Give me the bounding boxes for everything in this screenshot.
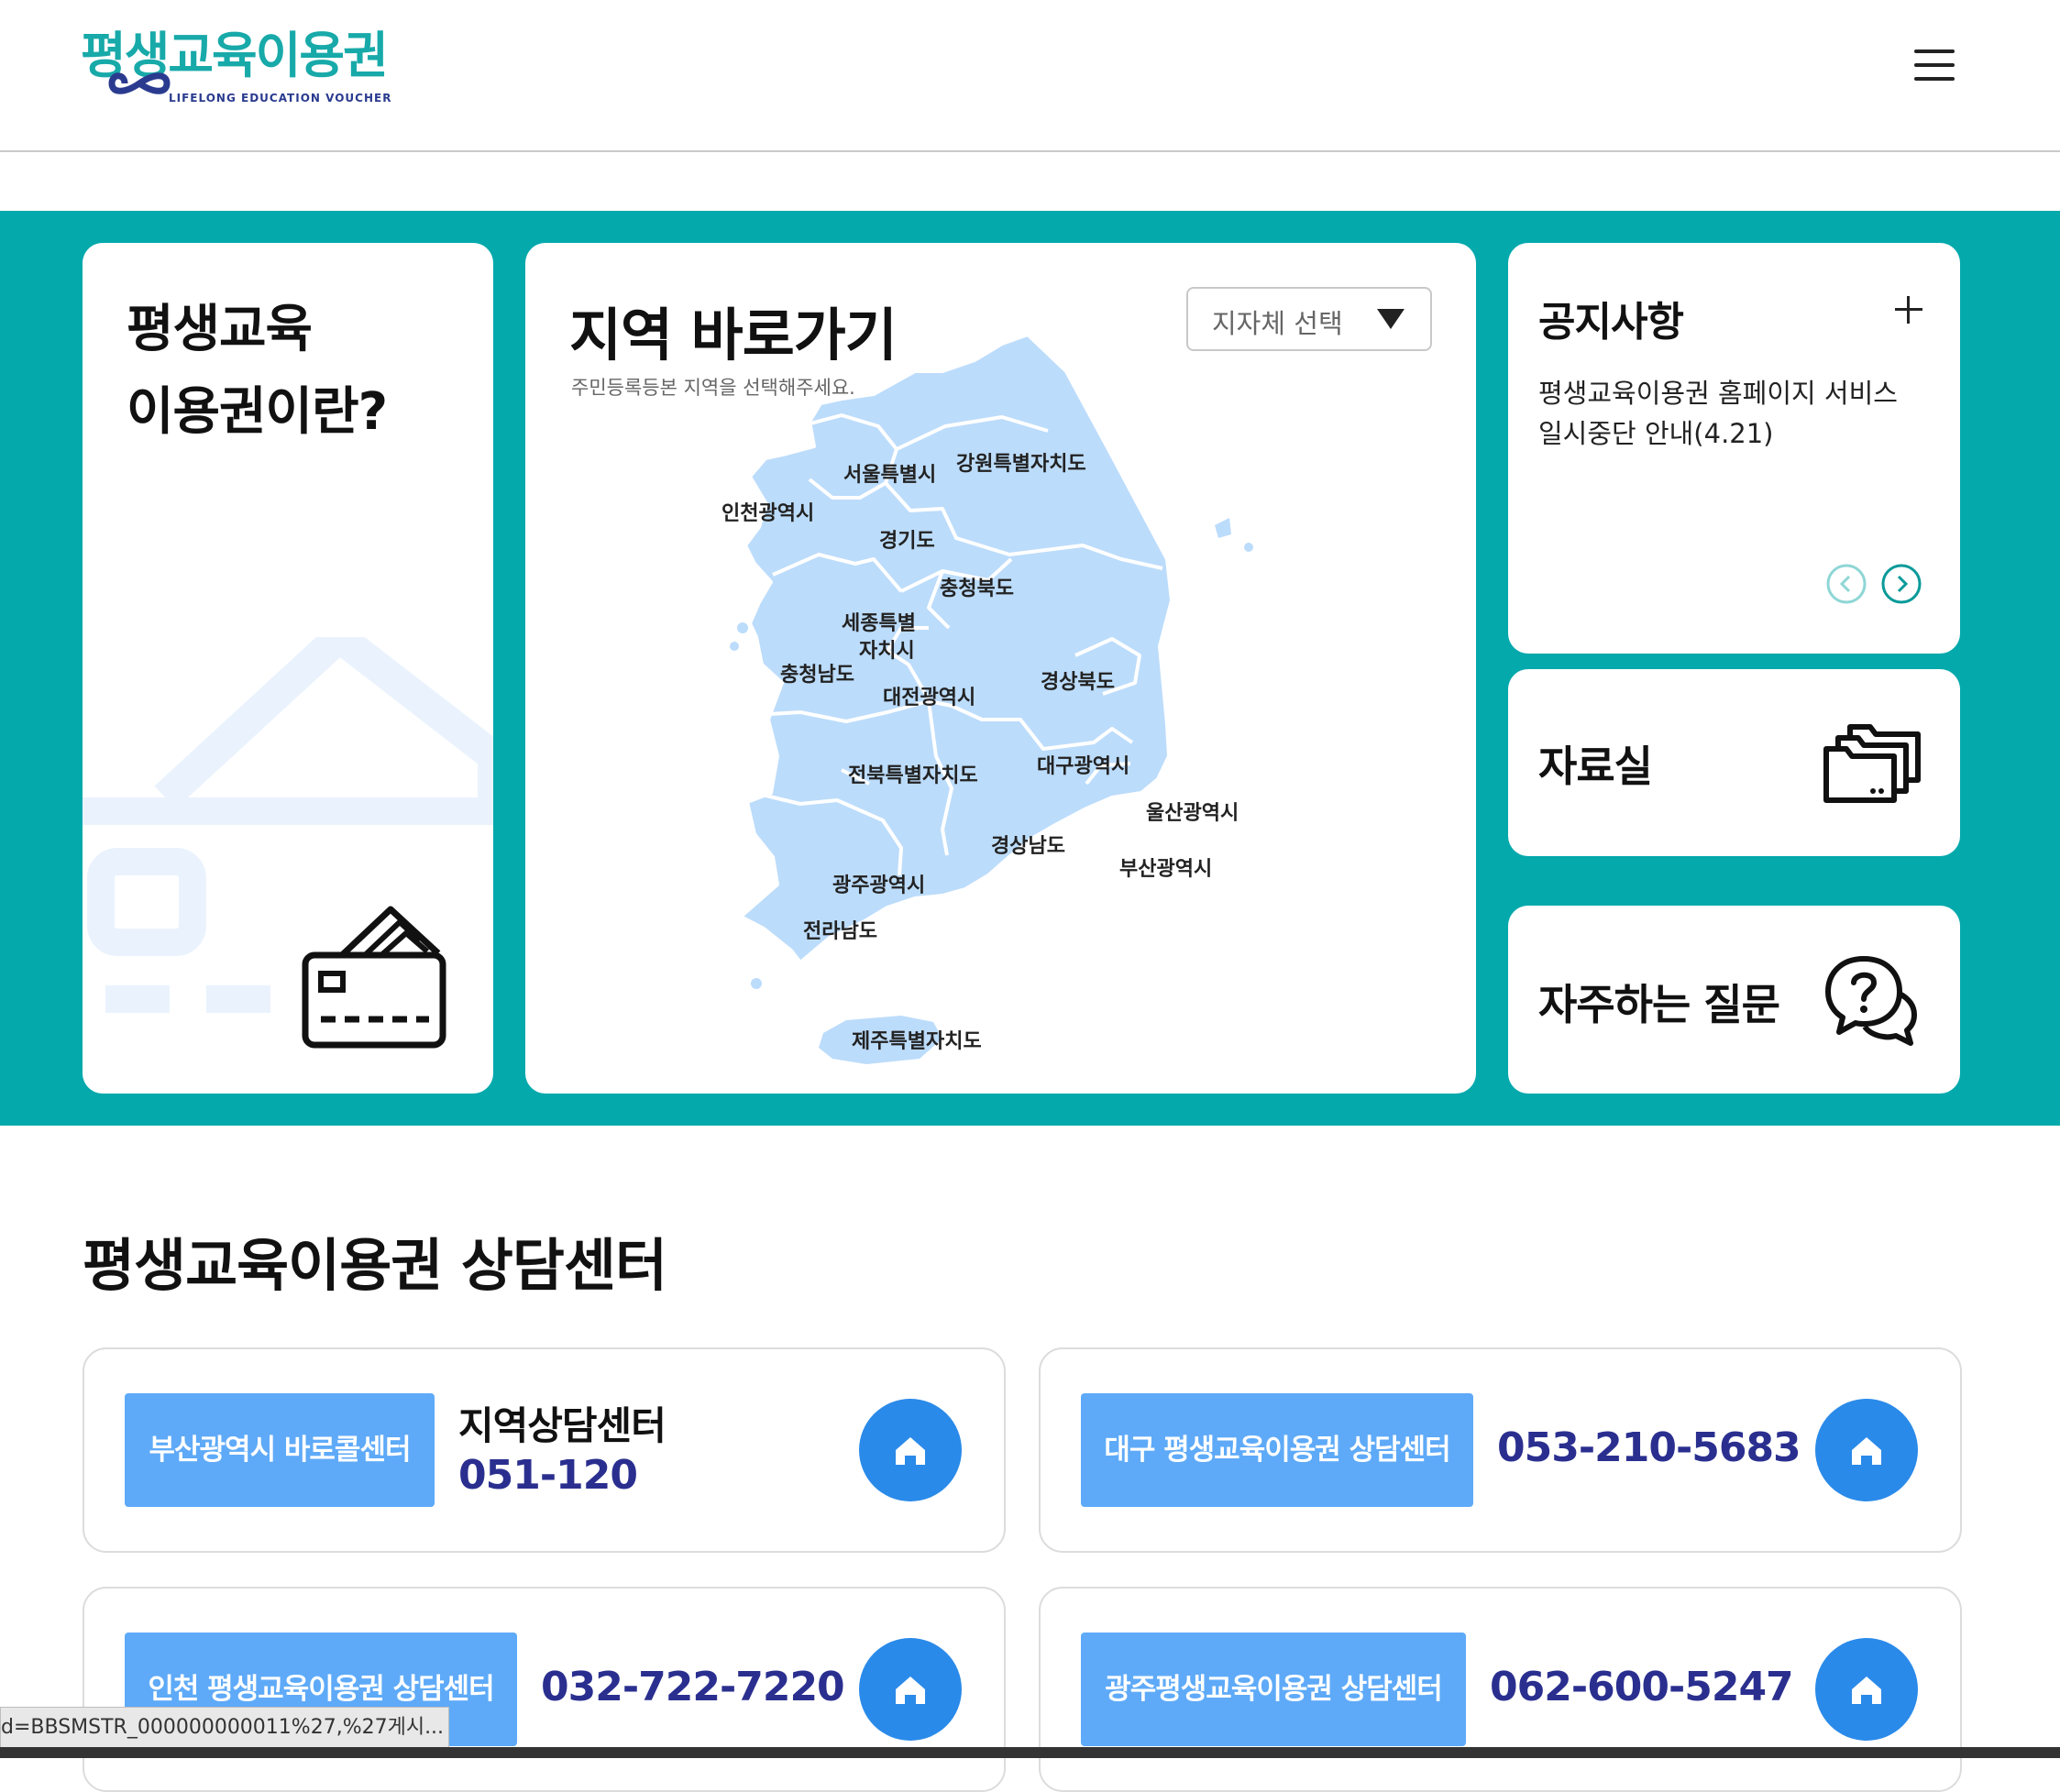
consult-center-card: 대구 평생교육이용권 상담센터 053-210-5683 xyxy=(1039,1347,1962,1553)
region-daejeon[interactable]: 대전광역시 xyxy=(883,686,975,711)
window-bottom-edge xyxy=(0,1747,2060,1758)
notice-prev-button[interactable] xyxy=(1826,564,1867,604)
browser-status-url: d=BBSMSTR_000000000011%27,%27게시... xyxy=(0,1707,449,1749)
voucher-intro-card[interactable]: 평생교육 이용권이란? xyxy=(83,243,493,1094)
region-jeju[interactable]: 제주특별자치도 xyxy=(852,1029,982,1055)
region-daegu[interactable]: 대구광역시 xyxy=(1037,754,1129,780)
region-gyeongnam[interactable]: 경상남도 xyxy=(991,834,1065,860)
region-ulsan[interactable]: 울산광역시 xyxy=(1146,801,1239,827)
region-jeonbuk[interactable]: 전북특별자치도 xyxy=(848,764,978,789)
region-shortcut-card: 지역 바로가기 주민등록등본 지역을 선택해주세요. 지자체 선택 서울특별시 … xyxy=(525,243,1476,1094)
chevron-left-icon xyxy=(1826,564,1867,604)
infinity-loop-icon xyxy=(108,72,171,94)
region-chungnam[interactable]: 충청남도 xyxy=(780,663,854,688)
home-icon xyxy=(1852,1437,1881,1465)
map-mainland xyxy=(739,333,1173,964)
home-icon xyxy=(896,1677,925,1704)
region-title: 지역 바로가기 xyxy=(569,302,898,368)
consult-center-home-button[interactable] xyxy=(1815,1399,1918,1501)
notice-card: 공지사항 평생교육이용권 홈페이지 서비스 일시중단 안내(4.21) xyxy=(1508,243,1960,654)
notice-title: 공지사항 xyxy=(1538,299,1684,346)
region-busan[interactable]: 부산광역시 xyxy=(1119,857,1212,883)
more-notices-plus-icon[interactable] xyxy=(1895,296,1922,324)
region-incheon[interactable]: 인천광역시 xyxy=(722,501,814,527)
consult-center-card: 부산광역시 바로콜센터 지역상담센터 051-120 xyxy=(83,1347,1006,1553)
consult-center-phone[interactable]: 062-600-5247 xyxy=(1490,1664,1794,1710)
hamburger-icon xyxy=(1914,63,1955,67)
home-icon xyxy=(896,1437,925,1465)
consult-center-home-button[interactable] xyxy=(859,1638,962,1741)
region-subtitle: 주민등록등본 지역을 선택해주세요. xyxy=(571,377,855,399)
hamburger-icon xyxy=(1914,77,1955,81)
consult-center-phone[interactable]: 051-120 xyxy=(458,1452,638,1499)
municipality-select-value: 지자체 선택 xyxy=(1212,308,1343,339)
archive-card[interactable]: 자료실 xyxy=(1508,669,1960,856)
region-sejong-line2[interactable]: 자치시 xyxy=(859,639,915,665)
site-header: 평생교육이용권 LIFELONG EDUCATION VOUCHER xyxy=(0,0,2060,152)
site-logo[interactable]: 평생교육이용권 LIFELONG EDUCATION VOUCHER xyxy=(81,27,392,112)
chevron-right-icon xyxy=(1881,564,1922,604)
consult-center-home-button[interactable] xyxy=(1815,1638,1918,1741)
region-gyeonggi[interactable]: 경기도 xyxy=(879,529,935,555)
region-seoul[interactable]: 서울특별시 xyxy=(843,463,936,489)
consult-center-home-button[interactable] xyxy=(859,1399,962,1501)
notice-item-link[interactable]: 평생교육이용권 홈페이지 서비스 일시중단 안내(4.21) xyxy=(1538,373,1923,454)
consult-center-badge: 대구 평생교육이용권 상담센터 xyxy=(1081,1393,1473,1507)
region-chungbuk[interactable]: 충청북도 xyxy=(940,577,1014,602)
consult-center-badge: 부산광역시 바로콜센터 xyxy=(125,1393,435,1507)
consult-center-badge: 광주평생교육이용권 상담센터 xyxy=(1081,1633,1466,1746)
hamburger-icon xyxy=(1914,49,1955,53)
faq-title: 자주하는 질문 xyxy=(1538,980,1780,1029)
intro-title-line1: 평생교육 xyxy=(127,300,313,359)
caret-down-icon xyxy=(1377,309,1405,329)
credit-card-icon xyxy=(302,906,446,1049)
faq-card[interactable]: 자주하는 질문 xyxy=(1508,906,1960,1094)
folders-icon xyxy=(1823,724,1921,803)
consult-center-card: 인천 평생교육이용권 상담센터 032-722-7220 xyxy=(83,1587,1006,1792)
region-gangwon[interactable]: 강원특별자치도 xyxy=(956,452,1086,478)
archive-title: 자료실 xyxy=(1538,742,1653,791)
consult-section-title: 평생교육이용권 상담센터 xyxy=(83,1232,667,1299)
intro-title-line2: 이용권이란? xyxy=(127,382,388,442)
notice-next-button[interactable] xyxy=(1881,564,1922,604)
hamburger-menu-button[interactable] xyxy=(1914,49,1955,82)
consult-center-phone[interactable]: 032-722-7220 xyxy=(541,1664,845,1710)
municipality-select[interactable]: 지자체 선택 xyxy=(1186,287,1432,351)
consult-center-card: 광주평생교육이용권 상담센터 062-600-5247 xyxy=(1039,1587,1962,1792)
region-sejong-line1[interactable]: 세종특별 xyxy=(842,611,916,637)
region-jeonnam[interactable]: 전라남도 xyxy=(803,919,877,945)
consult-center-name: 지역상담센터 xyxy=(458,1403,666,1448)
region-gwangju[interactable]: 광주광역시 xyxy=(832,874,925,899)
logo-subtext: LIFELONG EDUCATION VOUCHER xyxy=(169,92,392,104)
map-ulleungdo xyxy=(1215,518,1231,538)
question-bubble-icon xyxy=(1825,956,1917,1046)
region-gyeongbuk[interactable]: 경상북도 xyxy=(1041,670,1115,696)
home-icon xyxy=(1852,1677,1881,1704)
consult-center-phone[interactable]: 053-210-5683 xyxy=(1497,1424,1801,1471)
intro-title: 평생교육 이용권이란? xyxy=(127,289,388,454)
